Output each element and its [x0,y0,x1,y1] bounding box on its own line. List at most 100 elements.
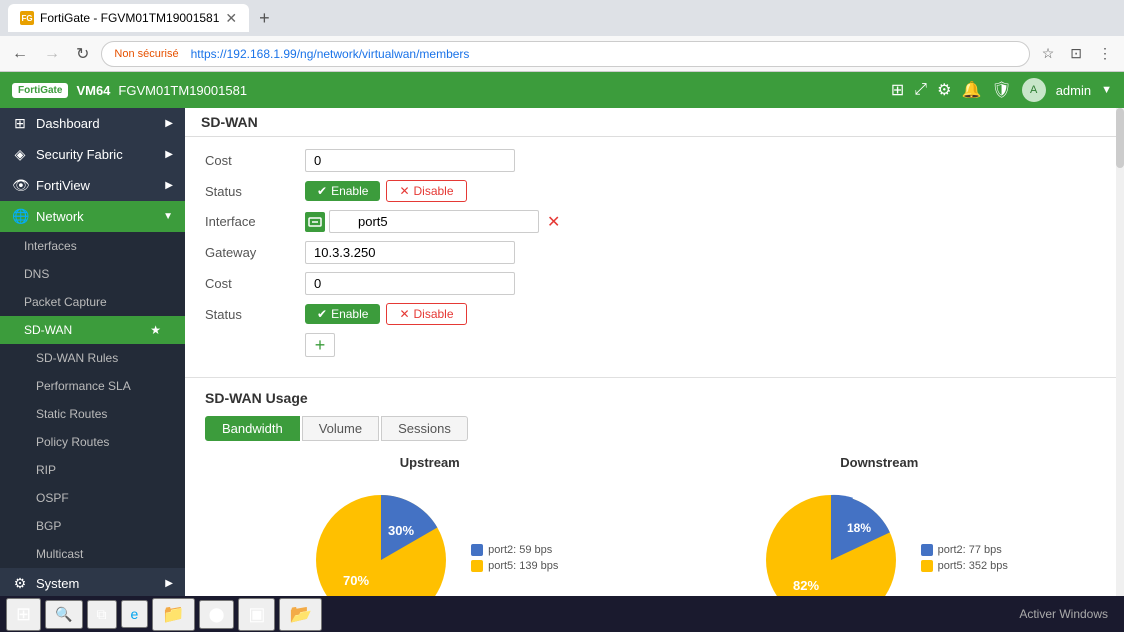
fortigate-logo: FortiGate [12,83,68,98]
url-bar[interactable]: Non sécurisé https://192.168.1.99/ng/net… [101,41,1029,67]
sdwan-usage-section: SD-WAN Usage Bandwidth Volume Sessions U… [185,378,1124,632]
sidebar-label-dashboard: Dashboard [36,116,100,131]
interface-clear-btn[interactable]: ✕ [547,212,560,232]
security-fabric-icon: ◈ [12,146,28,163]
start-btn[interactable]: ⊞ [6,598,41,631]
activate-windows-text: Activer Windows [326,607,1118,621]
tab-title: FortiGate - FGVM01TM19001581 [40,11,219,25]
cost-label-2: Cost [205,276,305,291]
dns-label: DNS [24,267,49,281]
sd-wan-rules-label: SD-WAN Rules [36,351,118,365]
dashboard-icon: ⊞ [12,115,28,132]
sidebar-item-static-routes[interactable]: Static Routes [0,400,185,428]
terminal-taskbar-btn[interactable]: ▣ [238,598,275,631]
browser-tab[interactable]: FG FortiGate - FGVM01TM19001581 ✕ [8,4,249,32]
folder-btn[interactable]: 📁 [152,598,194,631]
expand-btn[interactable]: ⤢ [914,81,927,99]
browser-chrome: FG FortiGate - FGVM01TM19001581 ✕ + [0,0,1124,36]
svg-text:30%: 30% [388,523,414,538]
sidebar-item-policy-routes[interactable]: Policy Routes [0,428,185,456]
sidebar-item-system[interactable]: ⚙ System ▶ [0,568,185,599]
disable-btn-1[interactable]: ✕ Disable [386,180,466,202]
usage-title: SD-WAN Usage [205,390,1104,406]
multicast-label: Multicast [36,547,83,561]
security-warning: Non sécurisé [114,48,178,60]
sidebar-label-system: System [36,576,79,591]
static-routes-label: Static Routes [36,407,107,421]
gateway-row: Gateway [205,241,1104,264]
content-area: SD-WAN Cost Status ✔ Enable ✕ Disable [185,108,1124,632]
cost-row-1: Cost [205,149,1104,172]
network-icon: 🌐 [12,208,28,225]
enable-text-1: Enable [331,184,368,198]
add-member-btn[interactable]: + [305,333,335,357]
disable-icon-1: ✕ [399,184,409,198]
sidebar-item-sd-wan-rules[interactable]: SD-WAN Rules [0,344,185,372]
tab-close-btn[interactable]: ✕ [225,10,237,27]
sidebar-item-dashboard[interactable]: ⊞ Dashboard ▶ [0,108,185,139]
sidebar-item-rip[interactable]: RIP [0,456,185,484]
tab-sessions[interactable]: Sessions [381,416,468,441]
interface-label: Interface [205,214,305,229]
extension-btn[interactable]: ⊡ [1066,41,1086,66]
upstream-title: Upstream [400,455,460,470]
sidebar: ⊞ Dashboard ▶ ◈ Security Fabric ▶ 👁 Fort… [0,108,185,632]
sidebar-item-network[interactable]: 🌐 Network ▼ [0,201,185,232]
taskbar: ⊞ 🔍 ⧉ e 📁 ⬤ ▣ 📂 Activer Windows [0,596,1124,632]
sidebar-item-performance-sla[interactable]: Performance SLA [0,372,185,400]
terminal-btn[interactable]: ⊞ [891,80,904,100]
sidebar-item-sd-wan[interactable]: SD-WAN ★ [0,316,185,344]
gateway-input[interactable] [305,241,515,264]
sidebar-item-interfaces[interactable]: Interfaces [0,232,185,260]
enable-icon-1: ✔ [317,184,327,198]
fortigate-header: FortiGate VM64 FGVM01TM19001581 ⊞ ⤢ ⚙ 🔔 … [0,72,1124,108]
sidebar-item-fortiview[interactable]: 👁 FortiView ▶ [0,170,185,201]
sidebar-item-ospf[interactable]: OSPF [0,484,185,512]
task-view-btn[interactable]: ⧉ [87,600,117,629]
disable-btn-2[interactable]: ✕ Disable [386,303,466,325]
chrome-btn[interactable]: ⬤ [199,600,235,629]
status-row-2: Status ✔ Enable ✕ Disable [205,303,1104,325]
cost-row-2: Cost [205,272,1104,295]
enable-btn-1[interactable]: ✔ Enable [305,181,380,201]
scrollbar[interactable] [1116,108,1124,632]
cost-label-1: Cost [205,153,305,168]
sidebar-label-fortiview: FortiView [36,178,90,193]
user-menu-btn[interactable]: ▼ [1101,84,1112,96]
cost-input-2[interactable] [305,272,515,295]
sidebar-item-dns[interactable]: DNS [0,260,185,288]
bgp-label: BGP [36,519,61,533]
interface-select[interactable]: port5 port2 port1 [329,210,539,233]
packet-capture-label: Packet Capture [24,295,107,309]
downstream-port5-color [921,560,933,572]
enable-btn-2[interactable]: ✔ Enable [305,304,380,324]
cost-input-1[interactable] [305,149,515,172]
settings-btn[interactable]: ⚙ [937,80,951,100]
search-taskbar-btn[interactable]: 🔍 [45,600,82,629]
svg-text:18%: 18% [847,521,871,535]
files-btn[interactable]: 📂 [279,598,321,631]
disable-icon-2: ✕ [399,307,409,321]
back-btn[interactable]: ← [8,41,32,67]
upstream-legend-port2: port2: 59 bps [471,544,558,556]
sidebar-item-packet-capture[interactable]: Packet Capture [0,288,185,316]
forward-btn[interactable]: → [40,41,64,67]
sidebar-item-security-fabric[interactable]: ◈ Security Fabric ▶ [0,139,185,170]
downstream-port5-label: port5: 352 bps [938,560,1008,572]
reload-btn[interactable]: ↻ [72,40,93,68]
tab-bandwidth[interactable]: Bandwidth [205,416,300,441]
status-row-1: Status ✔ Enable ✕ Disable [205,180,1104,202]
sidebar-item-bgp[interactable]: BGP [0,512,185,540]
address-bar: ← → ↻ Non sécurisé https://192.168.1.99/… [0,36,1124,72]
new-tab-btn[interactable]: + [255,8,274,29]
sidebar-item-multicast[interactable]: Multicast [0,540,185,568]
performance-sla-label: Performance SLA [36,379,131,393]
scroll-thumb[interactable] [1116,108,1124,168]
bell-btn[interactable]: 🔔 [961,80,981,100]
menu-btn[interactable]: ⋮ [1094,41,1116,66]
rip-label: RIP [36,463,56,477]
edge-btn[interactable]: e [121,600,149,628]
shield-btn[interactable]: 🛡 [991,80,1011,100]
tab-volume[interactable]: Volume [302,416,379,441]
bookmark-btn[interactable]: ☆ [1038,41,1059,66]
